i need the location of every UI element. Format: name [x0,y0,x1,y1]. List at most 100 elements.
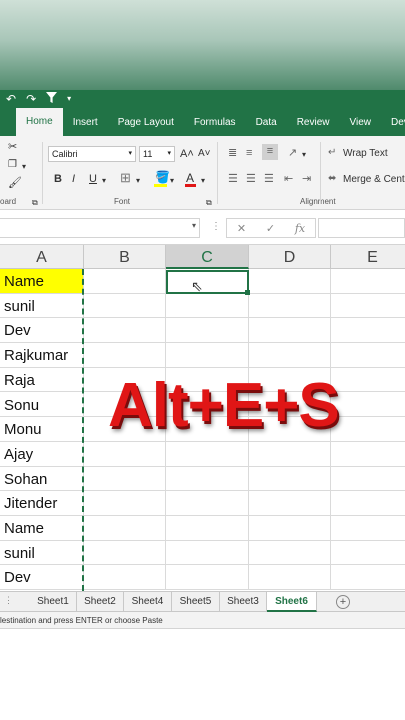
cell[interactable] [249,516,331,540]
sheet-tab-sheet5[interactable]: Sheet5 [172,592,220,612]
column-header-d[interactable]: D [249,245,331,269]
column-header-e[interactable]: E [331,245,405,269]
underline-dropdown-icon[interactable]: ▾ [102,174,106,188]
insert-function-button[interactable]: fx [295,222,305,235]
cell[interactable] [166,540,249,565]
cell-a12[interactable]: sunil [0,540,84,565]
orientation-icon[interactable]: ↗ [288,146,297,160]
cell-a4[interactable]: Rajkumar [0,343,84,367]
cell[interactable] [166,491,249,515]
cell[interactable] [84,441,166,466]
copy-icon[interactable]: ❐ [8,158,17,172]
font-color-dropdown-icon[interactable]: ▾ [201,174,205,188]
cell[interactable] [166,318,249,343]
orientation-dropdown-icon[interactable]: ▾ [302,148,306,162]
cell-a1[interactable]: Name [0,269,84,293]
font-name-select[interactable]: Calibri ▾ [48,146,136,162]
cell[interactable] [84,343,166,367]
tab-developer[interactable]: Devel [381,108,405,136]
cell-a11[interactable]: Name [0,516,84,540]
wrap-text-button[interactable]: Wrap Text [343,147,388,161]
cell[interactable] [166,466,249,491]
sheet-tab-sheet1[interactable]: Sheet1 [30,592,77,612]
more-sheets-icon[interactable]: ⋮ [4,595,13,606]
fill-color-dropdown-icon[interactable]: ▾ [170,174,174,188]
cell-a10[interactable]: Jitender [0,491,84,515]
cell[interactable] [84,318,166,343]
cancel-icon[interactable]: ✕ [237,222,246,235]
tab-view[interactable]: View [339,108,381,136]
cell[interactable] [84,293,166,318]
add-sheet-icon[interactable]: + [336,595,350,609]
cell[interactable] [249,269,331,293]
sheet-tab-sheet2[interactable]: Sheet2 [77,592,124,612]
align-center-icon[interactable]: ☰ [246,172,256,186]
align-middle-icon[interactable]: ≡ [246,146,252,160]
font-launcher-icon[interactable]: ⧉ [206,196,212,210]
shrink-font-button[interactable]: A˅ [198,147,211,161]
cell[interactable] [249,293,331,318]
cell-a13[interactable]: Dev [0,565,84,590]
tab-page-layout[interactable]: Page Layout [108,108,184,136]
cell[interactable] [166,343,249,367]
cell[interactable] [249,540,331,565]
cell[interactable] [249,491,331,515]
cell[interactable] [84,565,166,590]
tab-formulas[interactable]: Formulas [184,108,246,136]
tab-home[interactable]: Home [16,108,63,136]
wrap-text-icon[interactable]: ↵ [328,146,336,160]
cell[interactable] [166,441,249,466]
cell[interactable] [249,466,331,491]
align-bottom-icon[interactable]: ≡ [262,144,278,160]
clipboard-launcher-icon[interactable]: ⧉ [32,196,38,210]
merge-center-icon[interactable]: ⬌ [328,172,336,186]
cell[interactable] [249,343,331,367]
font-color-button[interactable]: A [186,171,194,185]
column-header-a[interactable]: A [0,245,84,269]
tab-review[interactable]: Review [287,108,340,136]
borders-dropdown-icon[interactable]: ▾ [136,174,140,188]
column-header-c[interactable]: C [166,245,249,269]
cell[interactable] [84,491,166,515]
formula-input[interactable] [318,218,405,238]
align-left-icon[interactable]: ☰ [228,172,238,186]
bold-button[interactable]: B [54,172,62,186]
italic-button[interactable]: I [72,172,75,186]
active-cell-c1[interactable] [166,270,250,295]
grow-font-button[interactable]: A˄ [180,147,194,161]
cell-a9[interactable]: Sohan [0,466,84,491]
merge-center-button[interactable]: Merge & Cente [343,173,405,187]
sheet-tab-sheet4[interactable]: Sheet4 [124,592,172,612]
cell[interactable] [249,318,331,343]
enter-icon[interactable]: ✓ [266,222,275,235]
cell[interactable] [84,269,166,293]
column-header-b[interactable]: B [84,245,166,269]
cell-a8[interactable]: Ajay [0,441,84,466]
sheet-tab-sheet3[interactable]: Sheet3 [220,592,267,612]
cell[interactable] [249,441,331,466]
cell[interactable] [166,516,249,540]
copy-dropdown-icon[interactable]: ▾ [22,160,26,174]
tab-data[interactable]: Data [246,108,287,136]
redo-icon[interactable]: ↷ [26,90,36,108]
font-size-select[interactable]: 11 ▾ [139,146,175,162]
filter-icon[interactable] [46,90,58,108]
name-box[interactable]: ▾ [0,218,200,238]
sheet-tab-sheet6[interactable]: Sheet6 [267,592,317,612]
underline-button[interactable]: U [89,172,97,186]
tab-insert[interactable]: Insert [63,108,108,136]
align-top-icon[interactable]: ≣ [228,146,237,160]
customize-dropdown-icon[interactable]: ▾ [67,90,71,108]
cell[interactable] [84,466,166,491]
increase-indent-icon[interactable]: ⇥ [302,172,311,186]
cell-a2[interactable]: sunil [0,293,84,318]
cell[interactable] [249,565,331,590]
decrease-indent-icon[interactable]: ⇤ [284,172,293,186]
cell-a5[interactable]: Raja [0,367,84,392]
cell[interactable] [84,516,166,540]
fill-color-icon[interactable]: 🪣 [155,170,170,184]
undo-icon[interactable]: ↶ [6,90,16,108]
borders-icon[interactable]: ⊞ [120,171,131,185]
cut-icon[interactable]: ✂ [8,140,17,154]
cell-a6[interactable]: Sonu [0,392,84,417]
